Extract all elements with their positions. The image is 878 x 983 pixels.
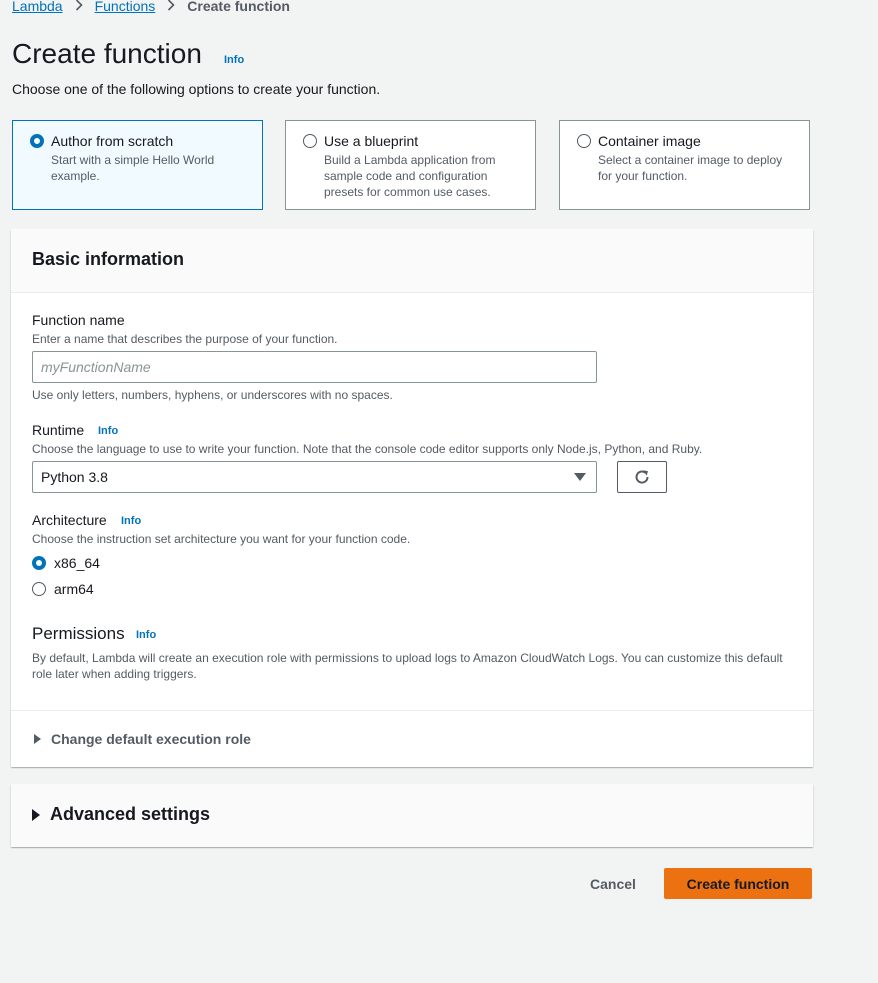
function-name-input[interactable] [32, 351, 597, 383]
basic-information-panel: Basic information Function name Enter a … [11, 229, 813, 767]
architecture-option-arm64[interactable]: arm64 [32, 581, 94, 597]
architecture-label: Architecture [32, 512, 107, 528]
option-author-from-scratch[interactable]: Author from scratch Start with a simple … [12, 120, 263, 210]
breadcrumb: Lambda Functions Create function [12, 0, 290, 14]
function-name-label: Function name [32, 312, 125, 328]
radio-container-image[interactable] [577, 134, 591, 148]
runtime-select-value: Python 3.8 [41, 469, 108, 485]
runtime-select[interactable]: Python 3.8 [32, 461, 597, 493]
page-info-link[interactable]: Info [224, 54, 244, 66]
page-title: Create function [12, 38, 202, 69]
option-description: Select a container image to deploy for y… [598, 153, 783, 183]
expander-label: Change default execution role [51, 731, 251, 747]
option-title: Author from scratch [51, 133, 174, 149]
create-function-button[interactable]: Create function [664, 868, 812, 899]
chevron-right-icon [73, 0, 85, 14]
change-execution-role-expander[interactable]: Change default execution role [34, 731, 251, 747]
divider [11, 710, 813, 711]
chevron-right-icon [165, 0, 177, 14]
radio-arm64[interactable] [32, 582, 46, 596]
option-title: Container image [598, 133, 701, 149]
option-title: Use a blueprint [324, 133, 419, 149]
cancel-button[interactable]: Cancel [580, 868, 646, 899]
page-description: Choose one of the following options to c… [12, 81, 381, 97]
option-container-image[interactable]: Container image Select a container image… [559, 120, 810, 210]
option-use-blueprint[interactable]: Use a blueprint Build a Lambda applicati… [285, 120, 536, 210]
refresh-icon [633, 468, 651, 486]
radio-label: arm64 [54, 581, 94, 597]
expander-label: Advanced settings [50, 804, 211, 824]
breadcrumb-functions-link[interactable]: Functions [95, 0, 156, 14]
option-description: Build a Lambda application from sample c… [324, 153, 496, 199]
radio-author-from-scratch[interactable] [30, 134, 44, 148]
triangle-right-icon [32, 808, 40, 821]
runtime-description: Choose the language to use to write your… [32, 442, 703, 456]
function-name-description: Enter a name that describes the purpose … [32, 332, 338, 346]
architecture-info-link[interactable]: Info [121, 515, 141, 527]
caret-down-icon [574, 473, 586, 481]
radio-x86_64[interactable] [32, 556, 46, 570]
refresh-runtime-button[interactable] [617, 461, 667, 493]
advanced-settings-expander[interactable]: Advanced settings [32, 804, 210, 825]
panel-header: Basic information [11, 229, 813, 293]
permissions-description: By default, Lambda will create an execut… [32, 651, 783, 681]
permissions-title: Permissions [32, 624, 125, 643]
permissions-info-link[interactable]: Info [136, 629, 156, 641]
architecture-option-x86_64[interactable]: x86_64 [32, 555, 100, 571]
function-name-constraint: Use only letters, numbers, hyphens, or u… [32, 388, 393, 402]
architecture-description: Choose the instruction set architecture … [32, 532, 411, 546]
triangle-right-icon [34, 734, 41, 744]
breadcrumb-lambda-link[interactable]: Lambda [12, 0, 63, 14]
runtime-label: Runtime [32, 422, 85, 438]
radio-label: x86_64 [54, 555, 100, 571]
breadcrumb-current: Create function [187, 0, 290, 14]
runtime-info-link[interactable]: Info [98, 425, 118, 437]
radio-use-blueprint[interactable] [303, 134, 317, 148]
advanced-settings-panel: Advanced settings [11, 784, 813, 847]
option-description: Start with a simple Hello World example. [51, 153, 215, 183]
panel-title: Basic information [32, 249, 185, 269]
